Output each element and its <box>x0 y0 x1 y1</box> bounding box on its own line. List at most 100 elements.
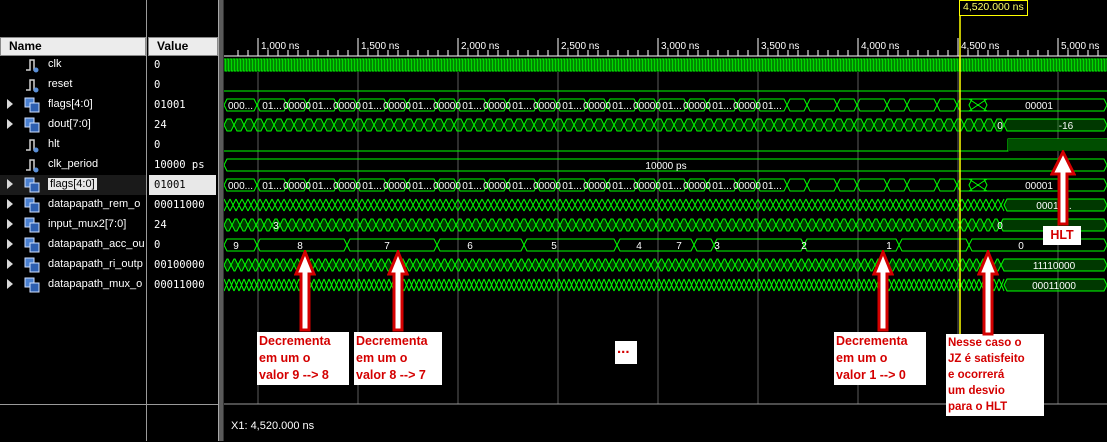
flags-segment-label: 00000 <box>483 101 511 112</box>
expand-arrow-icon[interactable] <box>7 99 13 109</box>
flags-segment-label: 01... <box>312 101 331 112</box>
arrow-up-icon <box>294 250 316 332</box>
signal-row[interactable]: dout[7:0] <box>0 115 146 135</box>
signal-row[interactable]: datapapath_acc_ou <box>0 235 146 255</box>
acc-value-label: 7 <box>676 241 682 252</box>
value-column-header[interactable]: Value <box>148 37 218 56</box>
expand-arrow-icon[interactable] <box>7 199 13 209</box>
expand-arrow-icon[interactable] <box>7 119 13 129</box>
rem-wave <box>224 198 1107 212</box>
mux-final-label: 00011000 <box>1032 281 1076 292</box>
flags2-segment-label: 000... <box>228 181 253 192</box>
signal-value: 01001 <box>149 175 216 195</box>
hlt-wave <box>224 138 1107 152</box>
flags2-segment-label: 00000 <box>483 181 511 192</box>
arrow-up-icon <box>1050 150 1076 226</box>
ruler-label: 1,000 ns <box>261 41 299 52</box>
signal-name: clk_period <box>48 158 99 170</box>
acc-value-label: 4 <box>636 241 642 252</box>
flags-segment-label: 00000 <box>533 101 561 112</box>
signal-row[interactable]: input_mux2[7:0] <box>0 215 146 235</box>
flags2-segment-label: 01... <box>712 181 731 192</box>
flags2-segment-label: 00000 <box>683 181 711 192</box>
flags-segment-label: 01... <box>562 101 581 112</box>
ruler-label: 4,500 ns <box>961 41 999 52</box>
flags2-segment-label: 00000 <box>533 181 561 192</box>
signal-row[interactable]: datapapath_ri_outp <box>0 255 146 275</box>
flags2-segment-label: 00000 <box>333 181 361 192</box>
flags-segment-label: 01... <box>262 101 281 112</box>
flags-segment-label: 00000 <box>733 101 761 112</box>
flags-segment-label: 00000 <box>583 101 611 112</box>
signal-name: clk <box>48 58 62 70</box>
flags-segment-label: 00000 <box>633 101 661 112</box>
expand-arrow-icon[interactable] <box>7 219 13 229</box>
ruler-label: 4,000 ns <box>861 41 899 52</box>
signal-name: reset <box>48 78 73 90</box>
status-bar-left <box>0 404 218 442</box>
flags2-segment-label: 01... <box>562 181 581 192</box>
bus-signal-icon <box>24 277 40 293</box>
annotation-jz-note: Nesse caso o JZ é satisfeito e ocorrerá … <box>946 334 1044 416</box>
bus-signal-icon <box>24 237 40 253</box>
mux2-mid-label: 3 <box>273 221 279 232</box>
signal-value: 0 <box>154 239 161 251</box>
signal-row[interactable]: hlt <box>0 135 146 155</box>
signal-row[interactable]: reset <box>0 75 146 95</box>
signal-value: 0 <box>154 139 161 151</box>
flags-segment-label: 00000 <box>683 101 711 112</box>
annotation-ellipsis: ... <box>615 341 637 364</box>
acc-value-label: 3 <box>714 241 720 252</box>
bus-signal-icon <box>24 257 40 273</box>
waveform-viewer: { "headers": { "name": "Name", "value": … <box>0 0 1107 441</box>
bit-signal-icon <box>24 157 40 173</box>
flags-segment-label: 01... <box>712 101 731 112</box>
signal-row[interactable]: datapapath_rem_o <box>0 195 146 215</box>
signal-row[interactable]: flags[4:0] <box>0 95 146 115</box>
mux2-tail-label: 0 <box>997 221 1003 232</box>
ruler-label: 3,000 ns <box>661 41 699 52</box>
clk-period-label: 10000 ps <box>645 161 686 172</box>
flags-segment-label: 01... <box>512 101 531 112</box>
signal-value: 00011000 <box>154 199 205 211</box>
clk-wave-fill <box>224 58 1107 72</box>
flags2-segment-label: 00000 <box>633 181 661 192</box>
signal-value: 00011000 <box>154 279 205 291</box>
flags2-segment-label: 00000 <box>733 181 761 192</box>
dout-wave <box>224 118 1107 132</box>
signal-row[interactable]: datapapath_mux_o <box>0 275 146 295</box>
signal-name: datapapath_rem_o <box>48 198 141 210</box>
signal-row[interactable]: clk <box>0 55 146 75</box>
flags-segment-label: 00000 <box>383 101 411 112</box>
expand-arrow-icon[interactable] <box>7 259 13 269</box>
signal-name: datapapath_ri_outp <box>48 258 143 270</box>
signal-name: datapapath_mux_o <box>48 278 143 290</box>
signal-value: 10000 ps <box>154 159 205 171</box>
flags-segment-label: 01... <box>762 101 781 112</box>
bus-signal-icon <box>24 217 40 233</box>
acc-value-label: 5 <box>551 241 557 252</box>
signal-value: 00100000 <box>154 259 205 271</box>
cursor-status-text: X1: 4,520.000 ns <box>231 420 315 432</box>
flags-segment-label: 01... <box>362 101 381 112</box>
bit-signal-icon <box>24 137 40 153</box>
annotation-dec-9-8: Decrementa em um o valor 9 --> 8 <box>257 332 349 385</box>
cursor-time-label[interactable]: 4,520.000 ns <box>959 0 1028 16</box>
expand-arrow-icon[interactable] <box>7 179 13 189</box>
signal-name: hlt <box>48 138 60 150</box>
signal-name: datapapath_acc_ou <box>48 238 145 250</box>
expand-arrow-icon[interactable] <box>7 279 13 289</box>
flags2-segment-label: 00000 <box>383 181 411 192</box>
name-column-header[interactable]: Name <box>0 37 146 56</box>
mux2-wave <box>224 218 1107 232</box>
signal-row[interactable]: flags[4:0] <box>0 175 146 195</box>
signal-name-column: Name clk reset flags[4:0] dout[7:0] hlt clk_p… <box>0 0 147 441</box>
flags2-segment-label: 01... <box>612 181 631 192</box>
bus-signal-icon <box>24 177 40 193</box>
ruler-label: 3,500 ns <box>761 41 799 52</box>
signal-row[interactable]: clk_period <box>0 155 146 175</box>
flags2-segment-label: 01... <box>662 181 681 192</box>
bus-signal-icon <box>24 197 40 213</box>
acc-wave <box>224 238 1107 252</box>
expand-arrow-icon[interactable] <box>7 239 13 249</box>
